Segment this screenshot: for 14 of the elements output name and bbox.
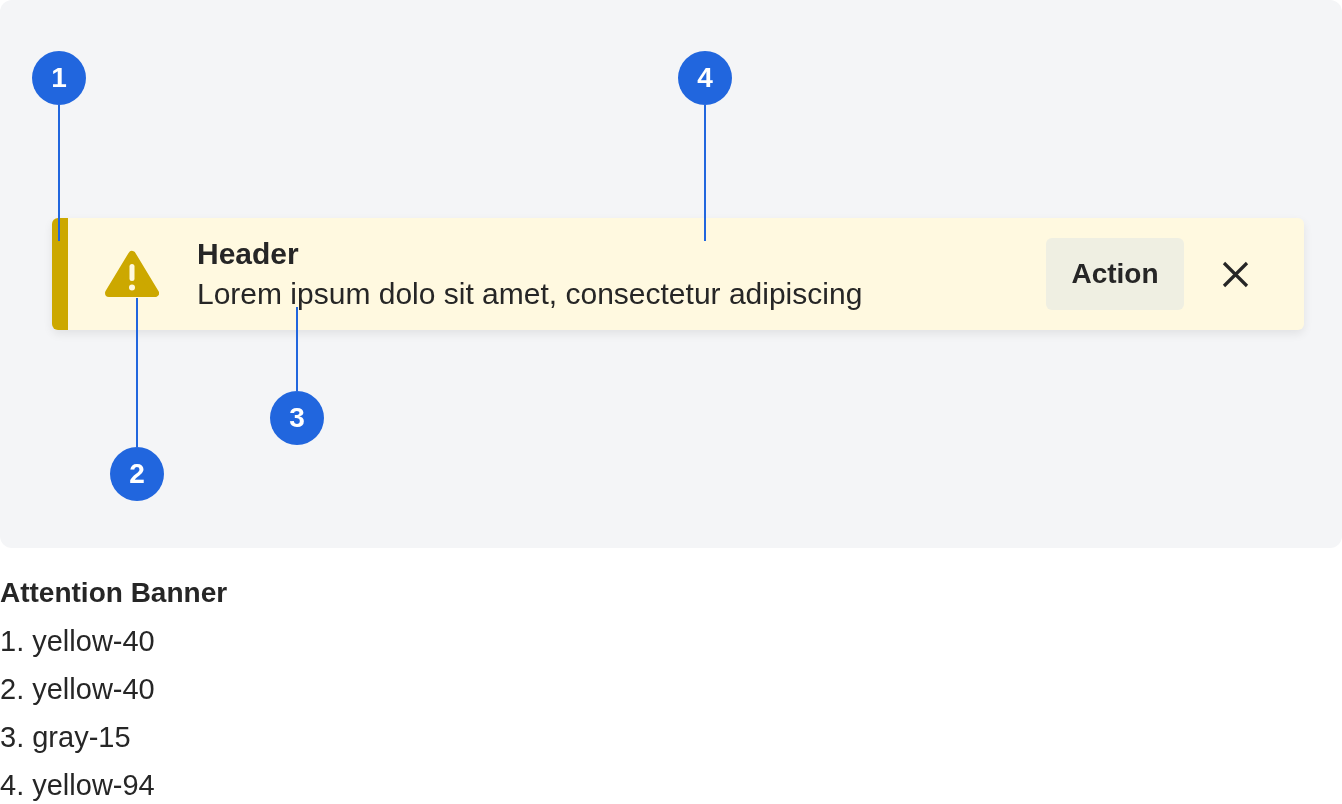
legend-item: 3. gray-15 bbox=[0, 720, 131, 755]
callout-marker: 2 bbox=[110, 447, 164, 501]
banner-title: Header bbox=[197, 236, 299, 272]
callout-marker: 3 bbox=[270, 391, 324, 445]
legend-item: 1. yellow-40 bbox=[0, 624, 155, 659]
banner-message: Lorem ipsum dolo sit amet, consectetur adipiscing bbox=[197, 276, 863, 312]
callout-marker: 4 bbox=[678, 51, 732, 105]
legend-title: Attention Banner bbox=[0, 576, 228, 610]
close-icon bbox=[1222, 260, 1249, 288]
legend-item: 2. yellow-40 bbox=[0, 672, 155, 707]
warning-icon bbox=[105, 250, 159, 298]
callout-marker: 1 bbox=[32, 51, 86, 105]
action-button[interactable]: Action bbox=[1046, 238, 1184, 310]
legend-item: 4. yellow-94 bbox=[0, 768, 155, 803]
